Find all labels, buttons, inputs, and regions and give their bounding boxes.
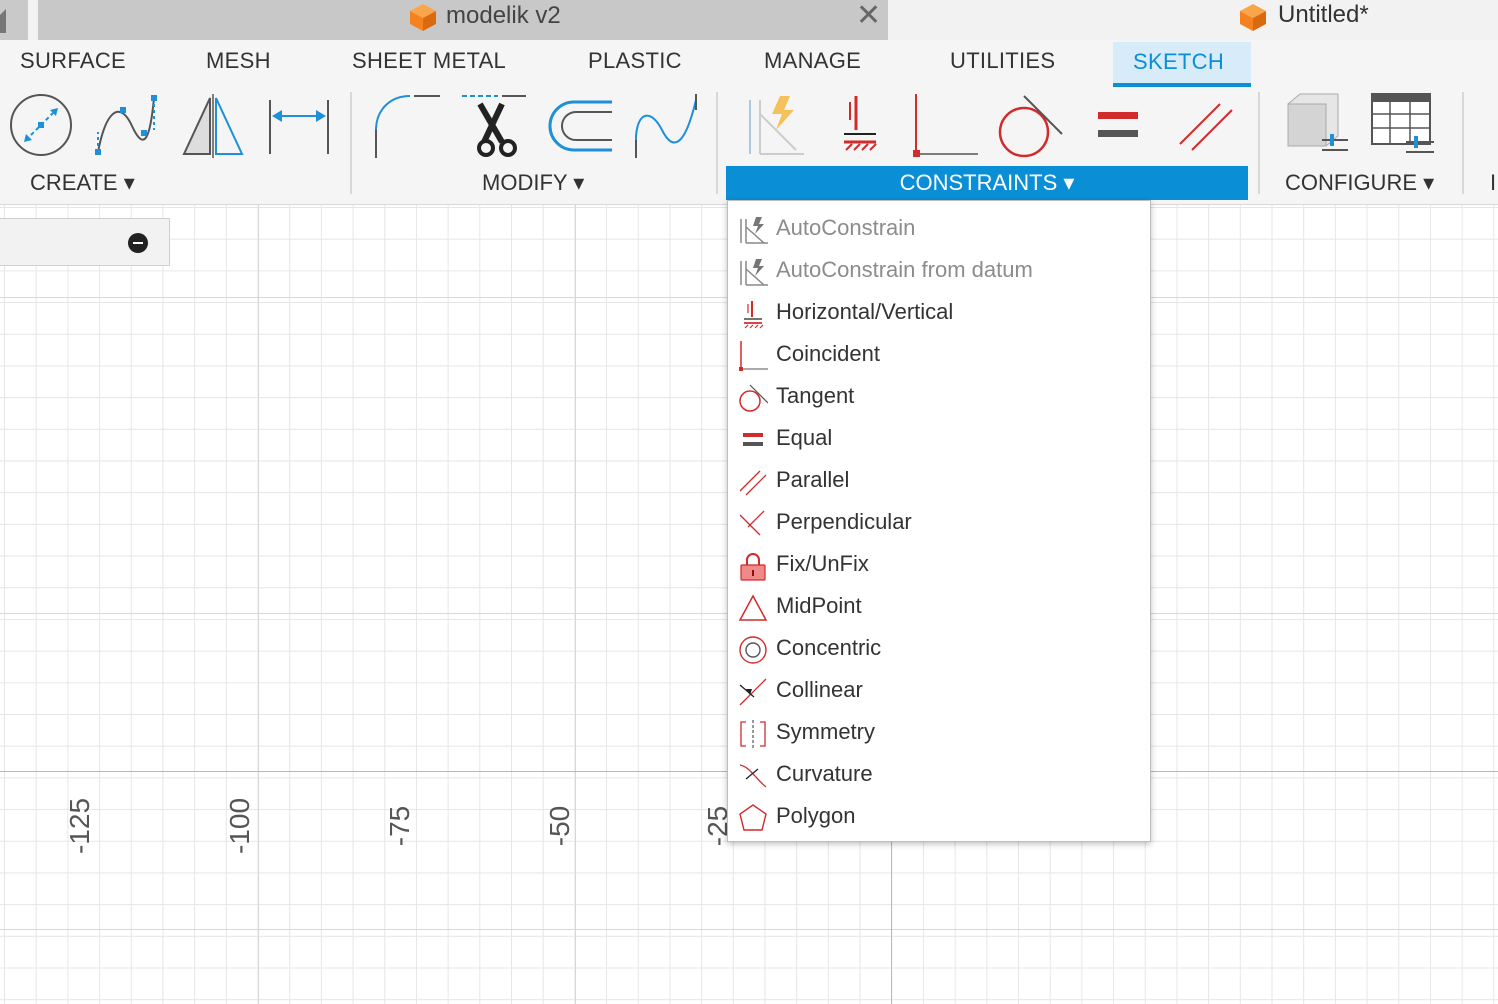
menu-item-label: AutoConstrain bbox=[776, 215, 916, 240]
grid-major-line bbox=[258, 205, 259, 1004]
constraints-menu: AutoConstrain AutoConstrain from datum H… bbox=[727, 200, 1151, 842]
menu-item-label: Horizontal/Vertical bbox=[776, 299, 954, 324]
collinear-icon bbox=[739, 678, 767, 706]
menu-item-concentric[interactable]: Concentric bbox=[728, 627, 1150, 669]
group-divider bbox=[350, 92, 352, 194]
perpendicular-icon bbox=[739, 510, 765, 536]
document-cube-icon bbox=[408, 2, 438, 37]
home-tab-stub[interactable] bbox=[0, 0, 28, 40]
tab-manage[interactable]: MANAGE bbox=[764, 48, 861, 74]
grid-major-line bbox=[575, 205, 576, 1004]
collapse-minus-icon[interactable] bbox=[128, 233, 148, 253]
menu-item-parallel[interactable]: Parallel bbox=[728, 459, 1150, 501]
horizontal-vertical-icon bbox=[744, 301, 764, 329]
menu-item-label: Concentric bbox=[776, 635, 882, 660]
coincident-tool-icon[interactable] bbox=[910, 90, 980, 162]
create-dropdown[interactable]: CREATE ▾ bbox=[30, 170, 135, 196]
document-tab-modelik[interactable]: modelik v2 ✕ bbox=[38, 0, 888, 40]
configure-spreadsheet-icon[interactable] bbox=[1368, 90, 1438, 162]
browser-panel-stub bbox=[0, 218, 170, 266]
menu-item-midpoint[interactable]: MidPoint bbox=[728, 585, 1150, 627]
menu-item-coincident[interactable]: Coincident bbox=[728, 333, 1150, 375]
configure-table-icon[interactable] bbox=[1282, 90, 1352, 162]
close-tab-icon[interactable]: ✕ bbox=[856, 0, 881, 33]
menu-item-label: Polygon bbox=[776, 803, 856, 828]
mirror-tool-icon[interactable] bbox=[178, 90, 248, 162]
group-divider bbox=[716, 92, 718, 194]
y-axis-line bbox=[891, 840, 892, 1004]
constraints-dropdown[interactable]: CONSTRAINTS ▾ bbox=[726, 166, 1248, 200]
menu-item-polygon[interactable]: Polygon bbox=[728, 795, 1150, 837]
polygon-icon bbox=[739, 804, 767, 831]
menu-item-label: MidPoint bbox=[776, 593, 862, 618]
equal-icon bbox=[743, 433, 763, 446]
fillet-tool-icon[interactable] bbox=[370, 90, 440, 162]
offset-tool-icon[interactable] bbox=[546, 90, 616, 162]
menu-item-collinear[interactable]: Collinear bbox=[728, 669, 1150, 711]
tab-utilities[interactable]: UTILITIES bbox=[950, 48, 1055, 74]
midpoint-icon bbox=[738, 594, 768, 621]
group-divider bbox=[1258, 92, 1260, 194]
axis-label: -125 bbox=[64, 797, 96, 855]
menu-item-label: Equal bbox=[776, 425, 833, 450]
menu-item-tangent[interactable]: Tangent bbox=[728, 375, 1150, 417]
modify-dropdown[interactable]: MODIFY ▾ bbox=[482, 170, 584, 196]
menu-item-symmetry[interactable]: Symmetry bbox=[728, 711, 1150, 753]
parallel-tool-icon[interactable] bbox=[1170, 90, 1240, 162]
trim-scissors-icon[interactable] bbox=[458, 90, 528, 162]
parallel-icon bbox=[739, 470, 767, 496]
autoconstrain-datum-icon bbox=[740, 259, 768, 286]
menu-item-label: Tangent bbox=[776, 383, 855, 408]
spline-tool-icon[interactable] bbox=[92, 90, 162, 162]
menu-item-autoconstrain-from-datum[interactable]: AutoConstrain from datum bbox=[728, 249, 1150, 291]
grid-major-line bbox=[0, 929, 1498, 930]
menu-item-label: Perpendicular bbox=[776, 509, 912, 534]
tab-plastic[interactable]: PLASTIC bbox=[588, 48, 682, 74]
menu-item-label: Fix/UnFix bbox=[776, 551, 869, 576]
menu-item-equal[interactable]: Equal bbox=[728, 417, 1150, 459]
toolbar: SURFACE MESH SHEET METAL PLASTIC MANAGE … bbox=[0, 40, 1498, 205]
tab-surface[interactable]: SURFACE bbox=[20, 48, 126, 74]
horizontal-vertical-tool-icon[interactable] bbox=[826, 90, 896, 162]
document-tab-title: modelik v2 bbox=[446, 2, 561, 29]
menu-item-autoconstrain[interactable]: AutoConstrain bbox=[728, 207, 1150, 249]
document-cube-icon bbox=[1238, 2, 1268, 37]
symmetry-icon bbox=[740, 720, 766, 748]
menu-item-perpendicular[interactable]: Perpendicular bbox=[728, 501, 1150, 543]
menu-item-curvature[interactable]: Curvature bbox=[728, 753, 1150, 795]
menu-item-label: Curvature bbox=[776, 761, 873, 786]
active-document-title: Untitled* bbox=[1278, 1, 1369, 28]
autoconstrain-icon bbox=[740, 217, 768, 244]
menu-item-label: Coincident bbox=[776, 341, 880, 366]
group-divider bbox=[1462, 92, 1464, 194]
axis-label: -75 bbox=[384, 805, 416, 847]
inspect-dropdown-stub[interactable]: I bbox=[1490, 170, 1496, 196]
tab-sketch[interactable]: SKETCH bbox=[1113, 42, 1251, 87]
axis-label: -50 bbox=[544, 805, 576, 847]
tangent-tool-icon[interactable] bbox=[996, 90, 1066, 162]
lock-icon bbox=[740, 553, 766, 581]
autoconstrain-tool-icon[interactable] bbox=[740, 90, 810, 162]
menu-item-label: AutoConstrain from datum bbox=[776, 257, 1033, 282]
menu-item-horizontal-vertical[interactable]: Horizontal/Vertical bbox=[728, 291, 1150, 333]
circle-tool-icon[interactable] bbox=[6, 90, 76, 162]
menu-item-fix-unfix[interactable]: Fix/UnFix bbox=[728, 543, 1150, 585]
menu-item-label: Collinear bbox=[776, 677, 863, 702]
menu-item-label: Parallel bbox=[776, 467, 850, 492]
concentric-icon bbox=[739, 636, 767, 664]
equal-tool-icon[interactable] bbox=[1084, 90, 1154, 162]
curvature-icon bbox=[739, 764, 767, 788]
dimension-tool-icon[interactable] bbox=[264, 90, 334, 162]
configure-dropdown[interactable]: CONFIGURE ▾ bbox=[1285, 170, 1434, 196]
coincident-icon bbox=[739, 341, 768, 371]
tab-mesh[interactable]: MESH bbox=[206, 48, 271, 74]
sketch-curve-tool-icon[interactable] bbox=[632, 90, 702, 162]
menu-item-label: Symmetry bbox=[776, 719, 875, 744]
tab-sheet-metal[interactable]: SHEET METAL bbox=[352, 48, 506, 74]
document-tab-bar: modelik v2 ✕ Untitled* bbox=[0, 0, 1498, 40]
axis-label: -100 bbox=[224, 797, 256, 855]
tangent-icon bbox=[739, 384, 768, 412]
